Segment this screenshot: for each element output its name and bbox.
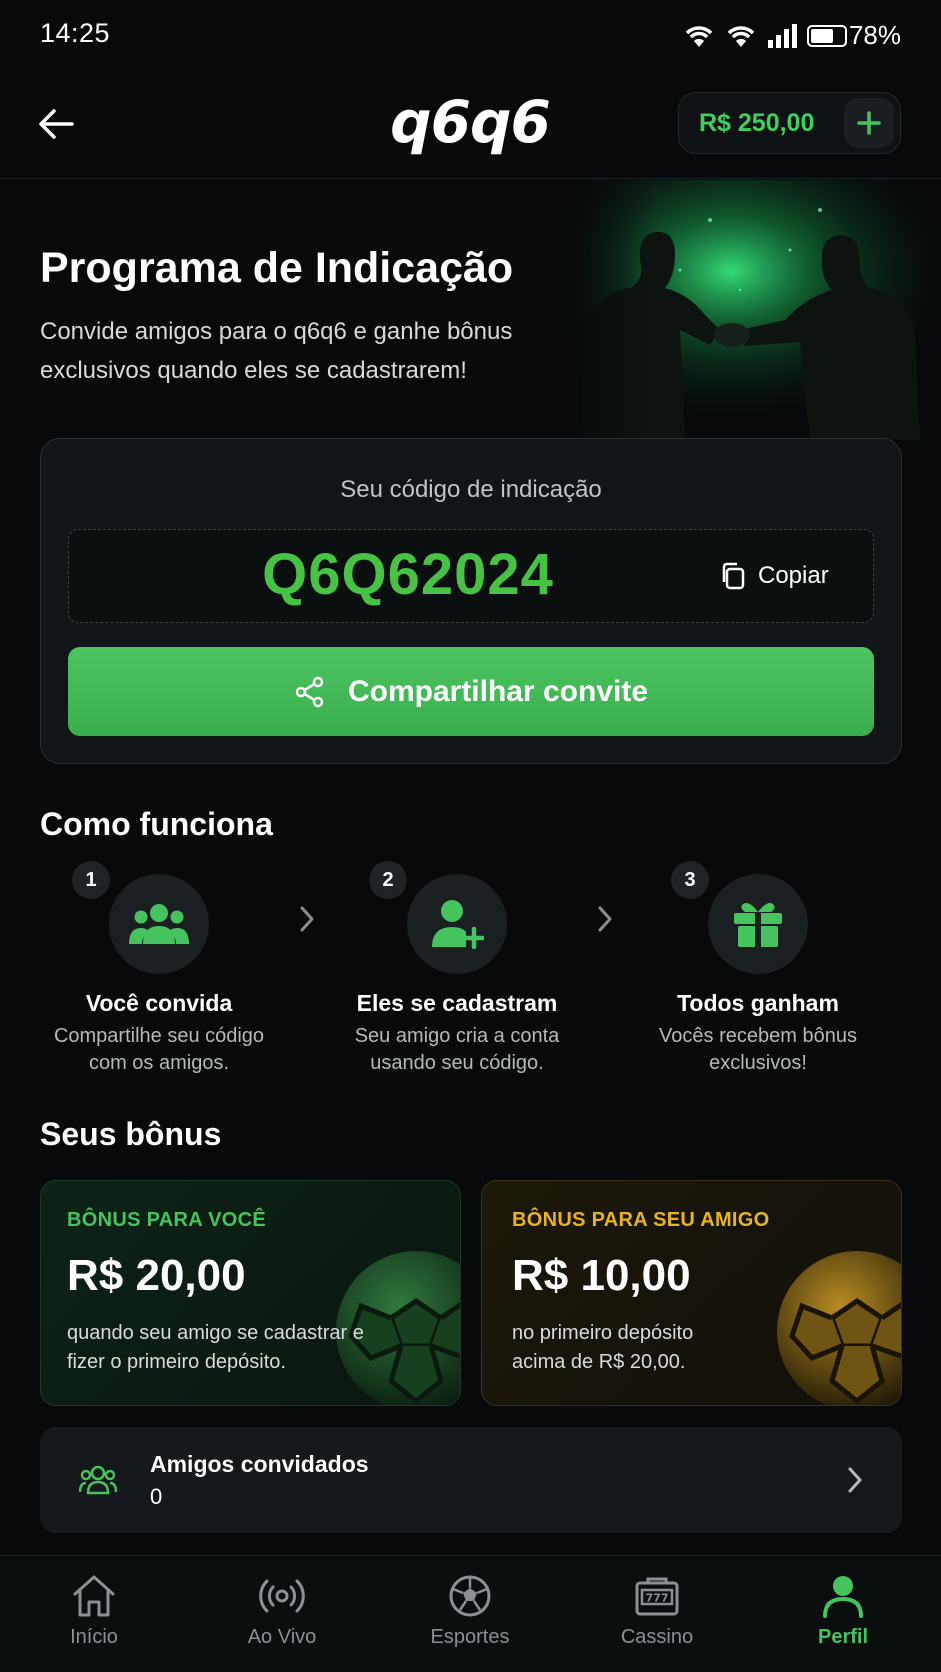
step-3-title: Todos ganham bbox=[677, 990, 839, 1016]
copy-icon bbox=[722, 562, 745, 590]
balance-pill[interactable]: R$ 250,00 bbox=[678, 92, 901, 154]
plus-icon bbox=[857, 111, 881, 135]
invited-friends-count: 0 bbox=[150, 1484, 163, 1509]
battery-level: 78% bbox=[848, 20, 901, 50]
battery-icon bbox=[806, 24, 847, 47]
nav-item-cassino[interactable]: 777 Cassino bbox=[587, 1572, 727, 1649]
step-1-title: Você convida bbox=[85, 990, 233, 1016]
copy-label: Copiar bbox=[758, 562, 829, 589]
bonus-you-label: BÔNUS PARA VOCÊ bbox=[67, 1209, 266, 1231]
step-1: Você convida Compartilhe seu código com … bbox=[14, 874, 304, 1077]
nav-item-ao-vivo[interactable]: Ao Vivo bbox=[212, 1572, 352, 1649]
signal-icon bbox=[767, 23, 797, 48]
bonus-card-friend: BÔNUS PARA SEU AMIGO R$ 10,00 no primeir… bbox=[481, 1180, 902, 1406]
chevron-right-icon bbox=[848, 1467, 862, 1493]
header-divider bbox=[0, 178, 941, 179]
how-it-works-title: Como funciona bbox=[40, 806, 273, 842]
bonus-friend-value: R$ 10,00 bbox=[512, 1251, 691, 1300]
step-2-icon-circle bbox=[407, 874, 507, 974]
user-icon bbox=[823, 1576, 863, 1618]
share-icon bbox=[295, 676, 324, 707]
friends-icon bbox=[79, 1465, 117, 1495]
bonus-friend-desc: no primeiro depósito acima de R$ 20,00. bbox=[512, 1322, 694, 1373]
referral-code-label: Seu código de indicação bbox=[340, 476, 602, 503]
user-plus-icon bbox=[432, 900, 484, 949]
nav-item-inicio[interactable]: Início bbox=[24, 1572, 164, 1649]
step-1-desc: Compartilhe seu código com os amigos. bbox=[53, 1025, 265, 1074]
gift-icon bbox=[734, 903, 782, 947]
nav-item-perfil[interactable]: Perfil bbox=[773, 1572, 913, 1649]
deposit-button[interactable] bbox=[844, 98, 894, 148]
nav-label-perfil: Perfil bbox=[817, 1626, 869, 1648]
soccer-ball-icon bbox=[449, 1575, 491, 1617]
step-3: Todos ganham Vocês recebem bônus exclusi… bbox=[613, 874, 903, 1077]
live-icon bbox=[259, 1579, 305, 1613]
group-icon bbox=[129, 904, 189, 944]
page-subtitle: Convide amigos para o q6q6 e ganhe bônus… bbox=[40, 318, 513, 384]
status-icons: 78% bbox=[683, 20, 901, 51]
bonus-friend-label: BÔNUS PARA SEU AMIGO bbox=[512, 1209, 770, 1231]
battery-indicator: 78% bbox=[806, 20, 901, 51]
page-title: Programa de Indicação bbox=[40, 244, 514, 292]
bonus-card-you: BÔNUS PARA VOCÊ R$ 20,00 quando seu amig… bbox=[40, 1180, 461, 1406]
nav-label-cassino: Cassino bbox=[620, 1626, 694, 1648]
copy-button[interactable]: Copiar bbox=[720, 558, 829, 594]
soccer-ball-icon bbox=[777, 1251, 901, 1405]
bonus-you-desc: quando seu amigo se cadastrar e fizer o … bbox=[67, 1322, 364, 1373]
step-2-title: Eles se cadastram bbox=[356, 990, 558, 1016]
step-2: Eles se cadastram Seu amigo cria a conta… bbox=[312, 874, 602, 1077]
wifi-icon bbox=[685, 25, 713, 47]
invited-friends-title: Amigos convidados bbox=[150, 1451, 369, 1477]
hero-illustration bbox=[560, 180, 941, 440]
home-icon bbox=[73, 1575, 115, 1617]
share-invite-button[interactable]: Compartilhar convite bbox=[68, 647, 874, 736]
status-time: 14:25 bbox=[40, 18, 111, 48]
nav-item-esportes[interactable]: Esportes bbox=[400, 1572, 540, 1649]
bonuses-title: Seus bônus bbox=[40, 1116, 222, 1152]
nav-label-inicio: Início bbox=[70, 1626, 118, 1648]
slot-machine-icon: 777 bbox=[635, 1577, 679, 1616]
step-3-desc: Vocês recebem bônus exclusivos! bbox=[659, 1025, 857, 1074]
share-invite-label: Compartilhar convite bbox=[347, 674, 649, 708]
referral-code: Q6Q62024 bbox=[262, 542, 554, 607]
nav-label-esportes: Esportes bbox=[430, 1626, 510, 1648]
wifi-icon-2 bbox=[727, 25, 755, 47]
step-2-desc: Seu amigo cria a conta usando seu código… bbox=[354, 1025, 560, 1074]
arrow-left-icon bbox=[39, 109, 74, 139]
app-logo: q6q6 bbox=[390, 88, 551, 156]
nav-label-ao-vivo: Ao Vivo bbox=[247, 1626, 317, 1648]
invited-friends-row[interactable] bbox=[40, 1427, 902, 1533]
bonus-you-value: R$ 20,00 bbox=[67, 1251, 246, 1300]
balance-amount: R$ 250,00 bbox=[699, 108, 815, 137]
back-button[interactable] bbox=[30, 98, 82, 150]
step-3-icon-circle bbox=[708, 874, 808, 974]
svg-text:777: 777 bbox=[646, 1592, 669, 1605]
step-1-icon-circle bbox=[109, 874, 209, 974]
